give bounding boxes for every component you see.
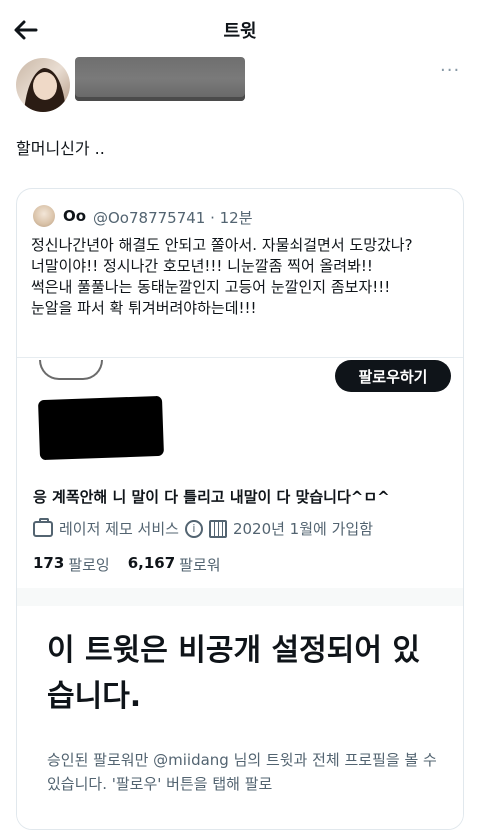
profile-joined: 2020년 1월에 가입함: [232, 520, 373, 538]
info-icon[interactable]: i: [184, 519, 203, 538]
redacted-profile-name: [37, 395, 165, 461]
avatar[interactable]: [16, 58, 70, 112]
briefcase-icon: [33, 517, 53, 537]
quote-handle-time: @Oo78775741 · 12분: [93, 209, 253, 227]
follow-button[interactable]: 팔로우하기: [335, 360, 451, 392]
profile-job: 레이저 제모 서비스: [59, 520, 179, 538]
more-icon[interactable]: ···: [440, 60, 460, 81]
calendar-icon: [208, 519, 227, 538]
following-count[interactable]: 173: [33, 554, 64, 575]
quoted-tweet-card[interactable]: Oo @Oo78775741 · 12분 정신나간년아 해결도 안되고 쫄아서.…: [16, 188, 464, 830]
quote-author-name: Oo: [63, 207, 87, 225]
embedded-profile-image: 팔로우하기 응 계폭안해 니 말이 다 틀리고 내말이 다 맞습니다^ㅁ^ 레이…: [17, 357, 463, 829]
profile-meta: 레이저 제모 서비스 i 2020년 1월에 가입함: [33, 517, 373, 539]
quote-avatar: [33, 205, 55, 227]
followers-count[interactable]: 6,167: [128, 554, 175, 575]
redacted-name-block: [75, 57, 245, 101]
following-label[interactable]: 팔로잉: [68, 554, 109, 575]
follow-counts: 173 팔로잉 6,167 팔로워: [33, 554, 239, 575]
private-notice-desc: 승인된 팔로워만 @miidang 님의 트윗과 전체 프로필을 볼 수 있습니…: [47, 751, 437, 793]
private-notice-title: 이 트윗은 비공개 설정되어 있습니다.: [47, 633, 420, 714]
quote-text: 정신나간년아 해결도 안되고 쫄아서. 자물쇠걸면서 도망갔나? 너말이야!! …: [31, 236, 413, 317]
section-divider: [17, 588, 463, 606]
profile-bio: 응 계폭안해 니 말이 다 틀리고 내말이 다 맞습니다^ㅁ^: [33, 488, 390, 506]
mascot-drawing: [39, 360, 103, 380]
page-title: 트윗: [223, 21, 257, 42]
followers-label[interactable]: 팔로워: [179, 554, 220, 575]
tweet-text: 할머니신가 ..: [16, 139, 105, 158]
